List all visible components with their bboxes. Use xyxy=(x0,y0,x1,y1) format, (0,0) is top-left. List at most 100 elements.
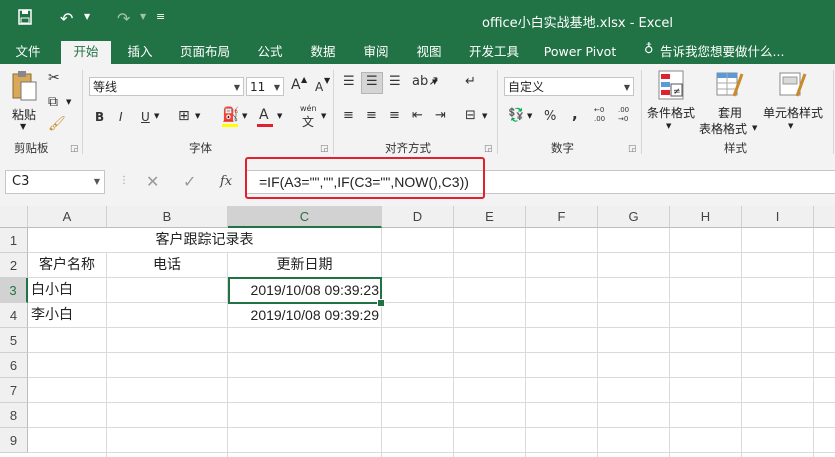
insert-function-button[interactable]: fx xyxy=(220,170,232,194)
fill-handle[interactable] xyxy=(377,299,385,307)
cell-styles-dropdown-icon[interactable]: ▼ xyxy=(788,122,793,130)
chevron-down-icon[interactable]: ▼ xyxy=(94,171,100,193)
merge-dropdown-icon[interactable]: ▼ xyxy=(482,112,487,120)
tab-insert[interactable]: 插入 xyxy=(118,41,162,64)
header-cell-phone[interactable]: 电话 xyxy=(107,253,227,277)
column-header-a[interactable]: A xyxy=(28,206,107,228)
align-right-icon[interactable]: ≡ xyxy=(389,108,400,124)
align-bottom-icon[interactable]: ☰ xyxy=(389,74,401,90)
underline-button[interactable]: U xyxy=(141,109,150,125)
font-name-dropdown[interactable]: 等线 ▼ xyxy=(89,77,244,96)
tab-formulas[interactable]: 公式 xyxy=(248,41,292,64)
format-as-table-icon[interactable] xyxy=(716,70,744,100)
row-header-2[interactable]: 2 xyxy=(0,253,28,278)
column-header-d[interactable]: D xyxy=(382,206,454,228)
phone-cell[interactable] xyxy=(107,303,227,327)
row-header-1[interactable]: 1 xyxy=(0,228,28,253)
font-color-dropdown-icon[interactable]: ▼ xyxy=(277,112,282,120)
column-header-g[interactable]: G xyxy=(598,206,670,228)
cell-styles-icon[interactable] xyxy=(779,70,807,100)
row-header-5[interactable]: 5 xyxy=(0,328,28,353)
fill-color-icon[interactable]: ⛽ xyxy=(222,107,239,123)
save-icon[interactable] xyxy=(18,9,32,30)
column-header-f[interactable]: F xyxy=(526,206,598,228)
wrap-text-icon[interactable]: ↵ xyxy=(465,74,476,90)
format-as-table-label-1[interactable]: 套用 xyxy=(710,104,750,121)
tab-data[interactable]: 数据 xyxy=(301,41,345,64)
borders-icon[interactable]: ⊞ xyxy=(178,108,190,124)
bold-button[interactable]: B xyxy=(95,109,104,125)
row-header-4[interactable]: 4 xyxy=(0,303,28,328)
row-header-6[interactable]: 6 xyxy=(0,353,28,378)
copy-dropdown-icon[interactable]: ▼ xyxy=(66,98,71,106)
cut-icon[interactable]: ✂ xyxy=(48,70,60,86)
clipboard-launcher-icon[interactable]: ◲ xyxy=(70,144,79,154)
cancel-icon[interactable]: ✕ xyxy=(146,170,159,194)
font-size-dropdown[interactable]: 11 ▼ xyxy=(246,77,284,96)
cell-styles-button[interactable]: 单元格样式 xyxy=(758,104,828,121)
sheet-title-cell[interactable]: 客户跟踪记录表 xyxy=(28,228,381,252)
phone-cell[interactable] xyxy=(107,278,227,302)
font-launcher-icon[interactable]: ◲ xyxy=(320,144,329,154)
shrink-font-button[interactable]: A xyxy=(315,79,323,95)
copy-icon[interactable]: ⧉ xyxy=(48,94,58,110)
undo-dropdown-icon[interactable]: ▼ xyxy=(84,12,90,21)
tab-page-layout[interactable]: 页面布局 xyxy=(172,41,238,64)
tab-home[interactable]: 开始 xyxy=(61,41,111,64)
update-date-cell[interactable]: 2019/10/08 09:39:29 xyxy=(228,303,379,327)
tab-power-pivot[interactable]: Power Pivot xyxy=(540,41,620,64)
column-header-c[interactable]: C xyxy=(228,206,382,228)
conditional-formatting-icon[interactable]: ≠ xyxy=(658,70,684,100)
accounting-dropdown-icon[interactable]: ▼ xyxy=(527,112,532,120)
tab-review[interactable]: 审阅 xyxy=(354,41,398,64)
row-header-9[interactable]: 9 xyxy=(0,428,28,453)
select-all-corner[interactable] xyxy=(0,206,28,228)
percent-button[interactable]: % xyxy=(544,109,556,125)
phonetic-guide-button[interactable]: 文 xyxy=(302,114,314,130)
row-header-7[interactable]: 7 xyxy=(0,378,28,403)
header-cell-update-date[interactable]: 更新日期 xyxy=(228,253,381,277)
number-launcher-icon[interactable]: ◲ xyxy=(628,144,637,154)
redo-icon[interactable]: ↷ xyxy=(117,9,130,29)
borders-dropdown-icon[interactable]: ▼ xyxy=(195,112,200,120)
column-header-e[interactable]: E xyxy=(454,206,526,228)
fill-dropdown-icon[interactable]: ▼ xyxy=(242,112,247,120)
name-box[interactable]: C3 ▼ xyxy=(5,170,105,194)
increase-decimal-icon[interactable]: ←0.00 xyxy=(594,106,605,124)
number-format-dropdown[interactable]: 自定义 ▼ xyxy=(504,77,634,96)
paste-dropdown-icon[interactable]: ▼ xyxy=(20,122,26,131)
format-table-dropdown-icon[interactable]: ▼ xyxy=(752,124,757,132)
decrease-decimal-icon[interactable]: .00 →0 xyxy=(618,106,629,124)
decrease-indent-icon[interactable]: ⇤ xyxy=(412,108,423,124)
increase-indent-icon[interactable]: ⇥ xyxy=(435,108,446,124)
font-color-button[interactable]: A xyxy=(259,107,269,123)
row-header-8[interactable]: 8 xyxy=(0,403,28,428)
align-left-icon[interactable]: ≡ xyxy=(343,108,354,124)
customer-name-cell[interactable]: 白小白 xyxy=(31,278,73,302)
paste-icon[interactable] xyxy=(10,70,38,102)
italic-button[interactable]: I xyxy=(119,109,123,125)
column-header-i[interactable]: I xyxy=(742,206,814,228)
customer-name-cell[interactable]: 李小白 xyxy=(31,303,73,327)
conditional-formatting-button[interactable]: 条件格式 xyxy=(642,104,700,121)
enter-icon[interactable]: ✓ xyxy=(183,170,196,194)
align-center-icon[interactable]: ≡ xyxy=(366,108,377,124)
tab-developer[interactable]: 开发工具 xyxy=(460,41,528,64)
paste-button[interactable]: 粘贴 xyxy=(6,106,42,123)
underline-dropdown-icon[interactable]: ▼ xyxy=(154,112,159,120)
phonetic-dropdown-icon[interactable]: ▼ xyxy=(321,112,326,120)
header-cell-customer-name[interactable]: 客户名称 xyxy=(28,253,106,277)
alignment-launcher-icon[interactable]: ◲ xyxy=(484,144,493,154)
tab-file[interactable]: 文件 xyxy=(6,41,50,64)
comma-button[interactable]: , xyxy=(572,106,578,122)
orientation-dropdown-icon[interactable]: ▼ xyxy=(432,78,437,86)
column-header-h[interactable]: H xyxy=(670,206,742,228)
align-top-icon[interactable]: ☰ xyxy=(343,74,355,90)
tell-me-search[interactable]: 告诉我您想要做什么... xyxy=(660,41,784,64)
customize-icon[interactable]: ≡ xyxy=(156,10,165,23)
column-header-b[interactable]: B xyxy=(107,206,228,228)
grow-font-button[interactable]: A xyxy=(291,77,301,93)
row-header-3[interactable]: 3 xyxy=(0,278,28,303)
accounting-format-icon[interactable]: 💱 xyxy=(508,108,524,124)
merge-center-icon[interactable]: ⊟ xyxy=(465,108,476,124)
